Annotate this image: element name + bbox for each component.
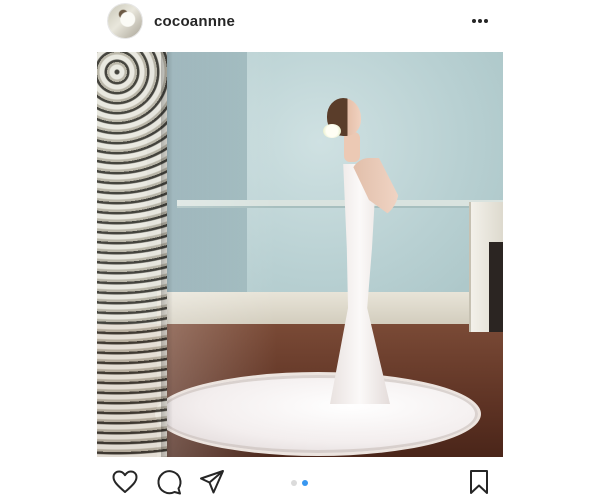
photo-hair-flower	[323, 124, 341, 138]
post-header: cocoannne	[0, 0, 600, 46]
bookmark-icon-svg	[470, 470, 488, 494]
post-photo[interactable]	[97, 52, 503, 457]
more-options-icon[interactable]	[468, 12, 492, 30]
share-icon-svg	[200, 470, 224, 494]
heart-icon-svg	[112, 470, 138, 493]
more-dot	[484, 19, 488, 23]
photo-fireplace	[469, 202, 503, 332]
photo-neck	[344, 132, 360, 162]
photo-lace-curtain	[97, 52, 173, 457]
more-dot	[478, 19, 482, 23]
avatar[interactable]	[108, 4, 142, 38]
carousel-dot-active[interactable]	[302, 480, 308, 486]
heart-icon[interactable]	[111, 468, 139, 496]
comment-bubble-icon[interactable]	[155, 468, 183, 496]
comment-icon-svg	[157, 470, 182, 495]
bookmark-icon[interactable]	[465, 468, 493, 496]
more-dot	[472, 19, 476, 23]
carousel-dot[interactable]	[291, 480, 297, 486]
photo-dress-train	[155, 372, 481, 456]
carousel-indicator	[289, 480, 313, 488]
username-link[interactable]: cocoannne	[154, 13, 235, 30]
instagram-post: cocoannne	[0, 0, 600, 500]
paper-plane-icon[interactable]	[198, 468, 226, 496]
